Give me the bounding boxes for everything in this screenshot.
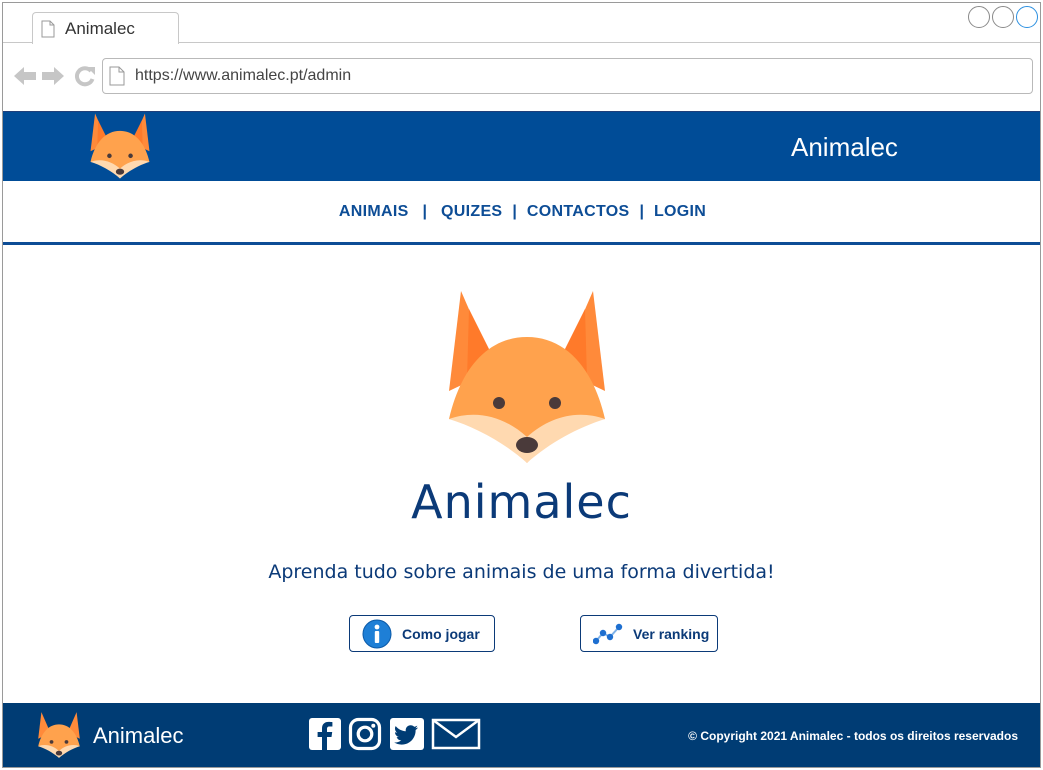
- fox-logo-icon[interactable]: [35, 711, 83, 759]
- ranking-label: Ver ranking: [633, 625, 710, 642]
- browser-window: Animalec https://www.animalec.pt/admin A…: [2, 2, 1041, 768]
- mail-icon[interactable]: [431, 717, 481, 751]
- reload-icon[interactable]: [73, 65, 97, 87]
- tab-strip: Animalec: [3, 3, 1040, 44]
- ranking-button[interactable]: Ver ranking: [580, 615, 718, 652]
- menu-separator: |: [639, 202, 644, 220]
- menu-item-login[interactable]: LOGIN: [654, 203, 706, 221]
- menu-separator: |: [422, 202, 428, 220]
- document-icon: [109, 66, 125, 86]
- main-menu: ANIMAIS | QUIZES | CONTACTOS | LOGIN: [3, 181, 1040, 245]
- info-icon: [362, 619, 392, 648]
- arrow-right-icon[interactable]: [41, 65, 65, 87]
- menu-separator: |: [512, 202, 517, 220]
- hero-title: Animalec: [411, 475, 632, 529]
- copyright-text: © Copyright 2021 Animalec - todos os dir…: [688, 729, 1018, 743]
- fox-logo-icon[interactable]: [86, 112, 154, 180]
- window-close-button[interactable]: [1016, 6, 1038, 28]
- facebook-icon[interactable]: [308, 717, 342, 751]
- header-brand: Animalec: [791, 132, 898, 162]
- site-footer: Animalec © Copyright 2021 Animalec - tod…: [3, 703, 1040, 767]
- menu-item-animais[interactable]: ANIMAIS: [339, 203, 409, 221]
- fox-logo-icon: [449, 291, 605, 463]
- url-text: https://www.animalec.pt/admin: [135, 67, 352, 84]
- window-maximize-button[interactable]: [992, 6, 1014, 28]
- window-controls: [968, 6, 1038, 28]
- instagram-icon[interactable]: [348, 717, 382, 751]
- document-icon: [41, 20, 55, 37]
- tab-title: Animalec: [65, 18, 135, 38]
- site-header: Animalec: [3, 111, 1040, 181]
- twitter-icon[interactable]: [389, 717, 425, 751]
- arrow-left-icon[interactable]: [13, 65, 37, 87]
- how-to-play-label: Como jogar: [402, 625, 480, 642]
- browser-tab[interactable]: Animalec: [32, 12, 179, 44]
- ranking-icon: [593, 623, 623, 644]
- menu-item-quizes[interactable]: QUIZES: [441, 203, 502, 221]
- browser-navbar: https://www.animalec.pt/admin: [3, 43, 1040, 111]
- footer-brand: Animalec: [93, 723, 184, 748]
- hero-subtitle: Aprenda tudo sobre animais de uma forma …: [268, 561, 775, 583]
- window-minimize-button[interactable]: [968, 6, 990, 28]
- address-bar[interactable]: https://www.animalec.pt/admin: [102, 58, 1033, 94]
- how-to-play-button[interactable]: Como jogar: [349, 615, 495, 652]
- menu-item-contactos[interactable]: CONTACTOS: [527, 203, 630, 221]
